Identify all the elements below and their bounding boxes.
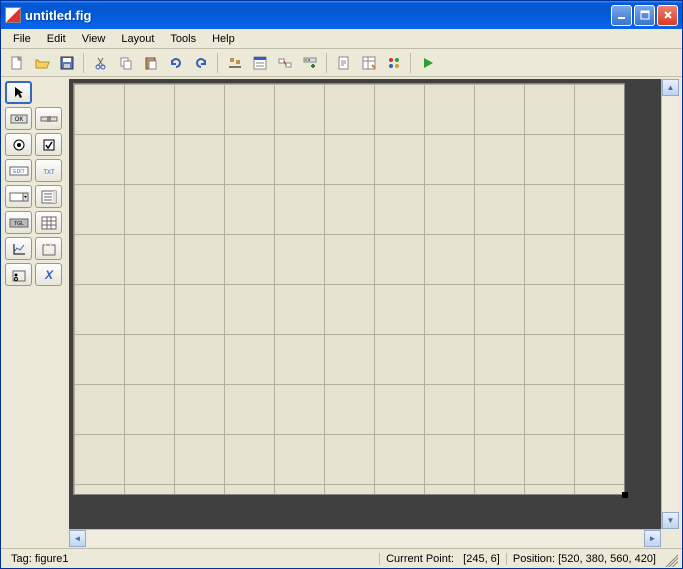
separator [83, 53, 84, 73]
statusbar: Tag: figure1 Current Point: [245, 6] Pos… [1, 548, 682, 568]
edit-tool[interactable]: EDIT [5, 159, 32, 182]
tag-value: figure1 [35, 553, 69, 565]
point-label: Current Point: [386, 553, 454, 565]
undo-button[interactable] [164, 52, 187, 74]
pushbutton-tool[interactable]: OK [5, 107, 32, 130]
popup-tool[interactable] [5, 185, 32, 208]
menu-layout[interactable]: Layout [113, 31, 162, 47]
figure-canvas[interactable] [73, 83, 625, 495]
tab-order-button[interactable] [273, 52, 296, 74]
menu-view[interactable]: View [74, 31, 114, 47]
new-button[interactable] [5, 52, 28, 74]
menu-edit[interactable]: Edit [39, 31, 74, 47]
scroll-up-button[interactable]: ▲ [662, 79, 679, 96]
scroll-track[interactable] [662, 96, 678, 512]
menu-help[interactable]: Help [204, 31, 243, 47]
align-button[interactable] [223, 52, 246, 74]
menu-file[interactable]: File [5, 31, 39, 47]
component-palette: OK EDIT TXT TGL X [1, 77, 69, 548]
scroll-down-button[interactable]: ▼ [662, 512, 679, 529]
scroll-left-button[interactable]: ◄ [69, 530, 86, 547]
resize-handle[interactable] [622, 492, 628, 498]
scroll-right-button[interactable]: ► [644, 530, 661, 547]
separator [410, 53, 411, 73]
main-area: OK EDIT TXT TGL X [1, 77, 682, 548]
vertical-scrollbar[interactable]: ▲ ▼ [661, 79, 678, 529]
close-button[interactable] [657, 5, 678, 26]
save-button[interactable] [55, 52, 78, 74]
svg-text:EDIT: EDIT [13, 169, 24, 175]
canvas-viewport[interactable] [69, 79, 661, 529]
horizontal-scrollbar[interactable]: ◄ ► [69, 529, 661, 546]
buttongroup-tool[interactable] [5, 263, 32, 286]
select-tool[interactable] [5, 81, 32, 104]
pos-value: [520, 380, 560, 420] [558, 553, 656, 565]
window-buttons [611, 5, 678, 26]
listbox-tool[interactable] [35, 185, 62, 208]
checkbox-tool[interactable] [35, 133, 62, 156]
maximize-button[interactable] [634, 5, 655, 26]
text-tool[interactable]: TXT [35, 159, 62, 182]
separator [326, 53, 327, 73]
menu-tools[interactable]: Tools [162, 31, 204, 47]
svg-text:X: X [43, 268, 53, 282]
slider-tool[interactable] [35, 107, 62, 130]
property-inspector-button[interactable] [357, 52, 380, 74]
copy-button[interactable] [114, 52, 137, 74]
object-browser-button[interactable] [382, 52, 405, 74]
status-current-point: Current Point: [245, 6] [379, 553, 506, 565]
svg-text:TGL: TGL [14, 221, 24, 227]
pos-label: Position: [513, 553, 555, 565]
scroll-track[interactable] [86, 530, 644, 546]
svg-text:OK: OK [14, 117, 23, 123]
toolbar-editor-button[interactable] [298, 52, 321, 74]
axes-tool[interactable] [5, 237, 32, 260]
svg-text:TXT: TXT [43, 170, 55, 176]
menubar: File Edit View Layout Tools Help [1, 29, 682, 49]
toggle-tool[interactable]: TGL [5, 211, 32, 234]
open-button[interactable] [30, 52, 53, 74]
radio-tool[interactable] [5, 133, 32, 156]
tag-label: Tag: [11, 553, 32, 565]
redo-button[interactable] [189, 52, 212, 74]
run-button[interactable] [416, 52, 439, 74]
scroll-corner [661, 529, 678, 546]
minimize-button[interactable] [611, 5, 632, 26]
titlebar: untitled.fig [1, 1, 682, 29]
table-tool[interactable] [35, 211, 62, 234]
paste-button[interactable] [139, 52, 162, 74]
toolbar [1, 49, 682, 77]
canvas-area: ▲ ▼ ◄ ► [69, 77, 682, 548]
panel-tool[interactable] [35, 237, 62, 260]
point-value: [245, 6] [463, 553, 500, 565]
activex-tool[interactable]: X [35, 263, 62, 286]
mfile-button[interactable] [332, 52, 355, 74]
separator [217, 53, 218, 73]
cut-button[interactable] [89, 52, 112, 74]
app-icon [5, 7, 21, 23]
window-title: untitled.fig [25, 8, 611, 23]
resize-grip[interactable] [662, 551, 678, 567]
menu-editor-button[interactable] [248, 52, 271, 74]
status-position: Position: [520, 380, 560, 420] [506, 553, 662, 565]
status-tag: Tag: figure1 [5, 553, 379, 565]
